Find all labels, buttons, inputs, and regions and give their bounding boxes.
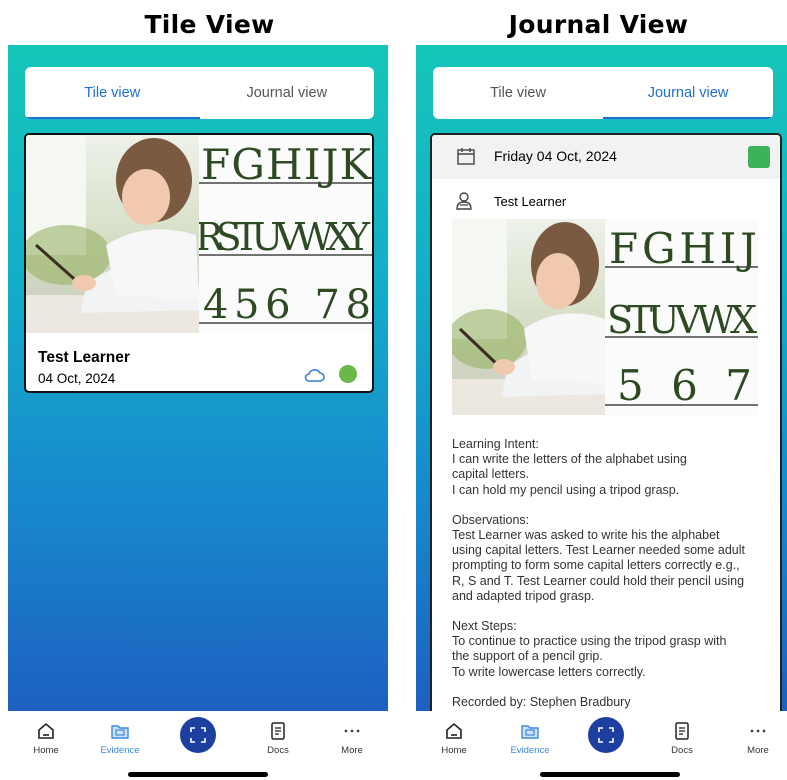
nav-home-label: Home [441,745,467,756]
evidence-media: FGHIJ STUVWX 567 [452,219,758,415]
nav-home-label: Home [33,745,59,756]
evidence-tile-card[interactable]: FGHIJK RSTUVWXY 456 78 Test Learner 04 O… [24,133,374,393]
tile-view-heading: Tile View [144,10,275,39]
learning-intent-line: capital letters. [452,467,530,482]
nav-docs-label: Docs [671,745,693,756]
observations-line: and adapted tripod grasp. [452,588,595,603]
journal-date: Friday 04 Oct, 2024 [494,148,617,164]
recorded-by: Recorded by: Stephen Bradbury [452,695,772,710]
nav-evidence-label: Evidence [100,745,140,756]
journal-entry-header: Friday 04 Oct, 2024 [432,135,780,179]
nav-more-label: More [747,745,769,756]
observations-line: prompting to form some capital letters c… [452,558,740,573]
journal-learner-name: Test Learner [494,194,567,209]
nav-more[interactable]: More [728,721,787,756]
observations-line: using capital letters. Test Learner need… [452,543,746,558]
nav-docs[interactable]: Docs [248,721,308,756]
tab-tile-view[interactable]: Tile view [25,67,200,119]
nav-evidence-label: Evidence [510,745,550,756]
home-indicator[interactable] [128,772,268,777]
view-tabs: Tile view Journal view [433,67,773,119]
nav-more-label: More [341,745,363,756]
scan-button[interactable] [588,717,624,753]
next-steps-line: the support of a pencil grip. [452,649,603,664]
tile-date: 04 Oct, 2024 [38,371,116,386]
journal-entry-card[interactable]: Friday 04 Oct, 2024 Test Learner FGHIJ S… [430,133,782,711]
learning-intent-section: Learning Intent: I can write the letters… [452,437,772,498]
docs-icon [675,722,689,740]
writing-row-2: STUVWX [607,298,757,342]
tile-view-screen: Tile view Journal view FGHIJK STUVWXY 45… [8,45,388,711]
view-tabs: Tile view Journal view [25,67,374,119]
recorded-by-text: Recorded by: Stephen Bradbury [452,694,631,709]
status-square [748,146,770,168]
bottom-nav: Home Evidence Docs More [8,711,388,780]
evidence-media: FGHIJK RSTUVWXY 456 78 [26,135,372,333]
scan-icon [190,727,206,743]
writing-row-3: 456 78 [203,282,371,328]
home-indicator[interactable] [540,772,680,777]
calendar-icon [457,148,475,165]
nav-docs-label: Docs [267,745,289,756]
learner-photo [452,219,605,415]
nav-home[interactable]: Home [16,721,76,756]
status-dot [339,365,357,383]
nav-docs[interactable]: Docs [652,721,712,756]
writing-row-1: FGHIJK [201,140,372,189]
handwriting-sample: FGHIJK RSTUVWXY 456 78 [199,135,372,333]
next-steps-section: Next Steps: To continue to practice usin… [452,619,772,680]
learning-intent-line: I can hold my pencil using a tripod gras… [452,482,680,497]
writing-row-2: RSTUVWXY [199,215,371,259]
next-steps-label: Next Steps: [452,619,517,634]
scan-button[interactable] [180,717,216,753]
learning-intent-label: Learning Intent: [452,437,539,451]
scan-icon [598,727,614,743]
observations-line: R, S and T. Test Learner could hold thei… [452,573,745,588]
evidence-icon [521,725,539,739]
observations-line: Test Learner was asked to write his the … [452,528,720,543]
home-icon [446,722,462,739]
nav-evidence[interactable]: Evidence [500,721,560,756]
docs-icon [271,722,285,740]
more-icon [344,729,360,733]
next-steps-line: To continue to practice using the tripod… [452,634,727,649]
writing-row-3: 567 [617,361,752,410]
nav-more[interactable]: More [322,721,382,756]
handwriting-sample: FGHIJ STUVWX 567 [605,219,758,415]
person-icon [456,192,472,210]
nav-evidence[interactable]: Evidence [90,721,150,756]
tab-tile-view[interactable]: Tile view [433,67,603,119]
nav-home[interactable]: Home [424,721,484,756]
home-icon [38,722,54,739]
learner-photo [26,135,199,333]
tab-journal-view[interactable]: Journal view [200,67,375,119]
observations-label: Observations: [452,512,530,527]
tab-journal-view[interactable]: Journal view [603,67,773,119]
observations-section: Observations: Test Learner was asked to … [452,513,772,604]
evidence-icon [111,725,129,739]
journal-notes: Learning Intent: I can write the letters… [452,437,772,711]
more-icon [750,729,766,733]
next-steps-line: To write lowercase letters correctly. [452,664,646,679]
journal-view-heading: Journal View [508,10,689,39]
learning-intent-line: I can write the letters of the alphabet … [452,452,687,467]
writing-row-1: FGHIJ [609,224,757,273]
tile-learner-name: Test Learner [38,349,130,366]
cloud-icon [304,369,325,382]
journal-view-screen: Tile view Journal view Friday 04 Oct, 20… [416,45,787,711]
bottom-nav: Home Evidence Docs More [416,711,787,780]
